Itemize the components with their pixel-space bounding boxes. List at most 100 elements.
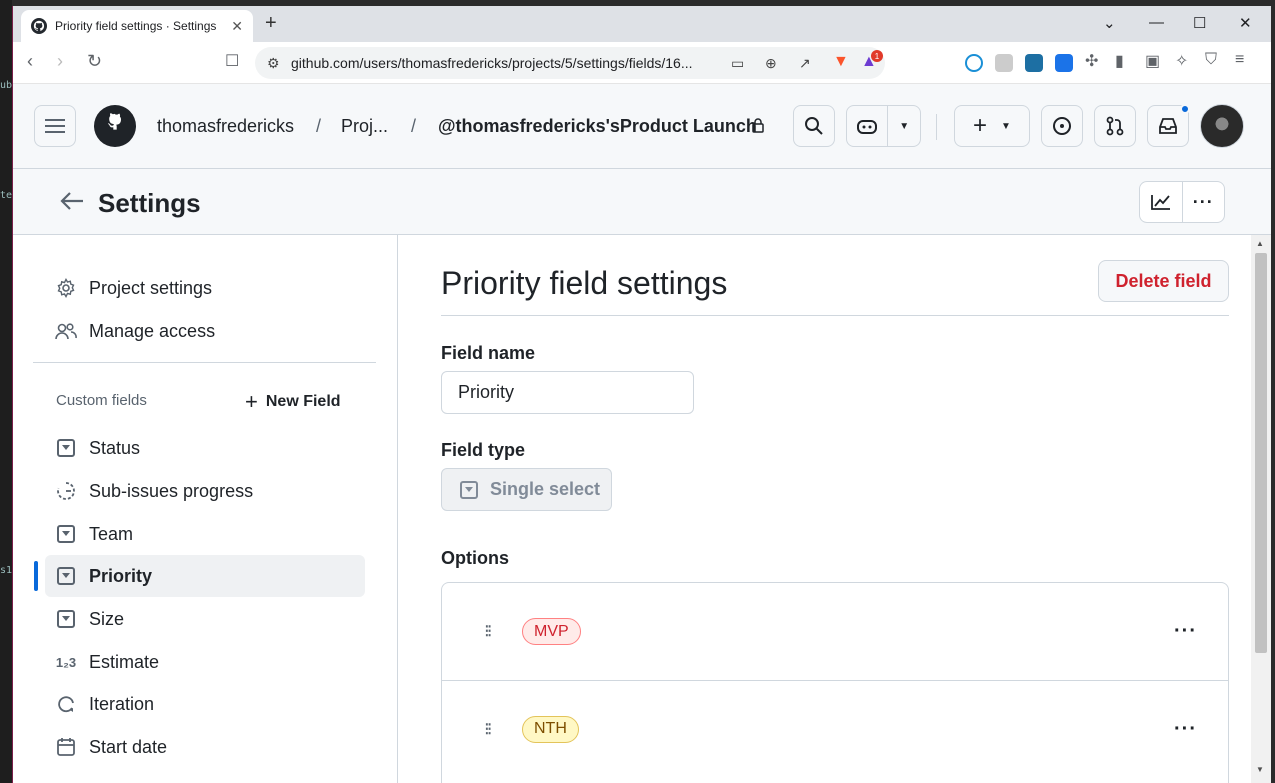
reload-icon[interactable]: ↻ bbox=[87, 51, 102, 72]
extension-icon-3[interactable] bbox=[1025, 54, 1043, 72]
close-window-icon[interactable]: ✕ bbox=[1239, 14, 1252, 32]
breadcrumb-separator: / bbox=[316, 116, 322, 136]
sidebar-item-status[interactable]: Status bbox=[45, 427, 365, 469]
field-settings-main: Priority field settings Delete field Fie… bbox=[399, 235, 1251, 783]
issue-opened-icon bbox=[1053, 117, 1071, 135]
sidebar-item-start-date[interactable]: Start date bbox=[45, 726, 365, 768]
leo-ai-icon[interactable]: ✧ bbox=[1175, 51, 1188, 71]
scrollbar[interactable]: ▲ ▼ bbox=[1251, 235, 1271, 783]
single-select-icon bbox=[55, 523, 77, 545]
field-name-input[interactable] bbox=[441, 371, 694, 414]
sidebar-item-label: Start date bbox=[89, 736, 168, 757]
inbox-icon bbox=[1159, 118, 1177, 134]
sidebar-item-manage-access[interactable]: Manage access bbox=[45, 310, 365, 352]
drag-handle-icon[interactable]: ⁝⁝ bbox=[484, 719, 493, 740]
header-divider bbox=[936, 114, 937, 140]
chevron-down-icon: ▼ bbox=[1001, 120, 1011, 132]
breadcrumb-projects[interactable]: Proj... bbox=[341, 116, 388, 137]
custom-fields-heading: Custom fields bbox=[56, 392, 147, 409]
sidebar-item-label: Size bbox=[89, 608, 125, 629]
more-options-button[interactable]: ··· bbox=[1183, 182, 1225, 222]
create-new-button[interactable]: + ▼ bbox=[954, 105, 1030, 147]
tab-close-icon[interactable]: ✕ bbox=[231, 18, 243, 35]
sidebar-item-estimate[interactable]: 1₂3 Estimate bbox=[45, 641, 365, 683]
pull-requests-button[interactable] bbox=[1094, 105, 1136, 147]
new-tab-button[interactable]: + bbox=[265, 12, 277, 35]
single-select-icon bbox=[55, 565, 77, 587]
sidebar-item-team[interactable]: Team bbox=[45, 513, 365, 555]
field-type-value: Single select bbox=[490, 479, 601, 499]
scroll-down-icon[interactable]: ▼ bbox=[1256, 765, 1264, 774]
list-item: ⁝⁝ NTH ··· bbox=[442, 680, 1228, 777]
iteration-icon bbox=[55, 693, 77, 715]
back-icon[interactable]: ‹ bbox=[27, 51, 33, 72]
chevron-down-icon[interactable]: ▼ bbox=[888, 121, 920, 132]
sidebar-toggle-icon[interactable]: ▮ bbox=[1115, 51, 1124, 71]
sidebar-item-label: Status bbox=[89, 437, 141, 458]
extension-icon-1[interactable] bbox=[965, 54, 983, 72]
insights-button[interactable] bbox=[1140, 182, 1183, 222]
active-indicator bbox=[34, 561, 38, 591]
sidebar-item-priority[interactable]: Priority bbox=[45, 555, 365, 597]
settings-sidebar: Project settings Manage access Custom fi… bbox=[13, 235, 398, 783]
wallet-icon[interactable]: ▣ bbox=[1145, 51, 1160, 71]
back-arrow-icon[interactable] bbox=[59, 187, 85, 218]
sidebar-item-project-settings[interactable]: Project settings bbox=[45, 267, 365, 309]
plus-icon: + bbox=[245, 389, 258, 414]
avatar[interactable] bbox=[1200, 104, 1244, 148]
graph-icon bbox=[1150, 195, 1170, 210]
copilot-button[interactable]: ▼ bbox=[846, 105, 921, 147]
forward-icon[interactable]: › bbox=[57, 51, 63, 72]
menu-icon[interactable]: ≡ bbox=[1235, 51, 1244, 69]
hamburger-menu-button[interactable] bbox=[34, 105, 76, 147]
options-list: ⁝⁝ MVP ··· ⁝⁝ NTH ··· bbox=[441, 582, 1229, 783]
minimize-icon[interactable]: — bbox=[1149, 14, 1164, 31]
field-name-label: Field name bbox=[441, 343, 536, 363]
issues-button[interactable] bbox=[1041, 105, 1083, 147]
option-menu-button[interactable]: ··· bbox=[1174, 718, 1197, 741]
field-type-label: Field type bbox=[441, 440, 526, 460]
sidebar-item-size[interactable]: Size bbox=[45, 598, 365, 640]
browser-window: Priority field settings · Settings ✕ + ⌄… bbox=[12, 6, 1271, 783]
options-label: Options bbox=[441, 548, 509, 568]
bookmark-icon[interactable]: ☐ bbox=[225, 51, 239, 71]
brave-shield-icon[interactable]: ▼ bbox=[833, 53, 849, 71]
breadcrumb-project[interactable]: @thomasfredericks'sProduct Launch bbox=[438, 116, 757, 137]
maximize-icon[interactable]: ☐ bbox=[1193, 14, 1206, 32]
breadcrumb-separator: / bbox=[411, 116, 417, 136]
copilot-icon bbox=[847, 106, 889, 146]
cast-icon[interactable]: ▭ bbox=[731, 55, 744, 72]
tab-search-icon[interactable]: ⌄ bbox=[1103, 14, 1116, 32]
sidebar-item-sub-issues-progress[interactable]: Sub-issues progress bbox=[45, 470, 365, 512]
browser-tab[interactable]: Priority field settings · Settings ✕ bbox=[21, 10, 253, 42]
plus-icon: + bbox=[973, 112, 988, 139]
sidebar-item-iteration[interactable]: Iteration bbox=[45, 683, 365, 725]
delete-field-button[interactable]: Delete field bbox=[1098, 260, 1229, 302]
breadcrumb-owner[interactable]: thomasfredericks bbox=[157, 116, 294, 137]
sidebar-item-label: Estimate bbox=[89, 651, 160, 672]
vpn-icon[interactable]: ⛉ bbox=[1205, 51, 1217, 69]
github-favicon-icon bbox=[31, 18, 47, 34]
share-icon[interactable]: ↗ bbox=[799, 55, 811, 72]
extension-icon-2[interactable] bbox=[995, 54, 1013, 72]
new-field-button[interactable]: + New Field bbox=[245, 389, 341, 415]
kebab-horizontal-icon: ··· bbox=[1192, 191, 1214, 212]
search-button[interactable] bbox=[793, 105, 835, 147]
scroll-up-icon[interactable]: ▲ bbox=[1256, 239, 1264, 248]
tab-title: Priority field settings · Settings bbox=[55, 19, 217, 33]
scrollbar-thumb[interactable] bbox=[1255, 253, 1267, 653]
drag-handle-icon[interactable]: ⁝⁝ bbox=[484, 621, 493, 642]
address-bar[interactable]: ⚙ github.com/users/thomasfredericks/proj… bbox=[255, 47, 885, 79]
option-menu-button[interactable]: ··· bbox=[1174, 620, 1197, 643]
site-info-icon[interactable]: ⚙ bbox=[267, 55, 280, 72]
sidebar-item-label: Priority bbox=[89, 565, 153, 586]
extension-icon-4[interactable] bbox=[1055, 54, 1073, 72]
field-type-button: Single select bbox=[441, 468, 612, 511]
progress-icon bbox=[55, 480, 77, 502]
extensions-puzzle-icon[interactable]: ✣ bbox=[1085, 51, 1098, 71]
github-logo-icon[interactable] bbox=[94, 105, 136, 147]
pull-request-icon bbox=[1106, 116, 1124, 136]
zoom-icon[interactable]: ⊕ bbox=[765, 55, 777, 72]
browser-titlebar: Priority field settings · Settings ✕ + ⌄… bbox=[13, 6, 1271, 42]
sidebar-divider bbox=[33, 362, 376, 363]
